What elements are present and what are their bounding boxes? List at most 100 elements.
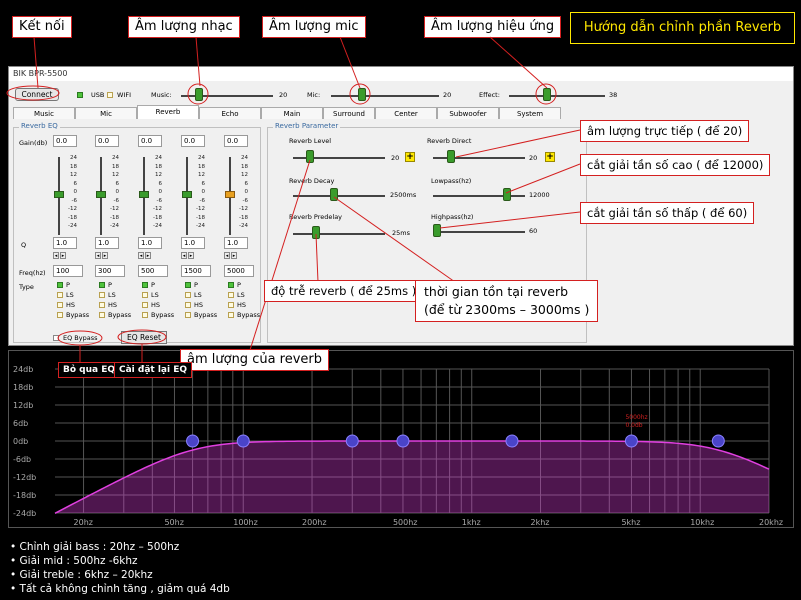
- eq-node[interactable]: [711, 434, 725, 448]
- eq-node[interactable]: [236, 434, 250, 448]
- reverb-direct-plus-button[interactable]: +: [545, 152, 555, 162]
- tab-subwoofer[interactable]: Subwoofer: [437, 107, 499, 119]
- reverb-direct-thumb[interactable]: [447, 150, 455, 163]
- eq-node[interactable]: [505, 434, 519, 448]
- reverb-predelay-thumb[interactable]: [312, 226, 320, 239]
- band-freq-field[interactable]: 300: [95, 265, 125, 277]
- chevron-right-icon[interactable]: ▸: [188, 252, 194, 259]
- band-q-field[interactable]: 1.0: [224, 237, 248, 249]
- band-gain-thumb[interactable]: [182, 191, 192, 198]
- reverb-level-thumb[interactable]: [306, 150, 314, 163]
- x-tick-label: 1khz: [462, 518, 481, 527]
- chevron-left-icon[interactable]: ◂: [224, 252, 230, 259]
- band-type-checkbox[interactable]: [185, 312, 191, 318]
- band-type-checkbox[interactable]: [57, 302, 63, 308]
- eq-node[interactable]: [624, 434, 638, 448]
- band-type-checkbox[interactable]: [99, 312, 105, 318]
- effect-slider-thumb[interactable]: [543, 88, 551, 101]
- eq-node[interactable]: [396, 434, 410, 448]
- band-type-checkbox[interactable]: [142, 312, 148, 318]
- band-freq-field[interactable]: 500: [138, 265, 168, 277]
- band-gain-thumb[interactable]: [225, 191, 235, 198]
- band-gain-tick: 0: [244, 189, 249, 195]
- band-type-checkbox[interactable]: [99, 282, 105, 288]
- band-gain-tick: -6: [242, 197, 248, 204]
- band-q-field[interactable]: 1.0: [53, 237, 77, 249]
- band-q-field[interactable]: 1.0: [95, 237, 119, 249]
- reverb-level-plus-button[interactable]: +: [405, 152, 415, 162]
- band-gain-thumb[interactable]: [139, 191, 149, 198]
- tab-reverb[interactable]: Reverb: [137, 105, 199, 119]
- reverb-predelay-track[interactable]: [293, 233, 385, 235]
- band-type-label: Bypass: [151, 311, 175, 319]
- highpass-thumb[interactable]: [433, 224, 441, 237]
- wifi-checkbox[interactable]: [107, 92, 113, 98]
- band-type-checkbox[interactable]: [185, 302, 191, 308]
- reverb-decay-thumb[interactable]: [330, 188, 338, 201]
- eq-node[interactable]: [345, 434, 359, 448]
- eq-node[interactable]: [186, 434, 200, 448]
- band-type-checkbox[interactable]: [228, 302, 234, 308]
- band-gain-field[interactable]: 0.0: [53, 135, 77, 147]
- band-freq-field[interactable]: 5000: [224, 265, 254, 277]
- band-type-checkbox[interactable]: [185, 292, 191, 298]
- callout-reverb-level: âm lượng của reverb: [180, 349, 330, 371]
- band-type-label: HS: [237, 301, 247, 309]
- band-type-checkbox[interactable]: [142, 282, 148, 288]
- band-type-checkbox[interactable]: [142, 292, 148, 298]
- eq-reset-button[interactable]: EQ Reset: [121, 331, 167, 344]
- band-gain-field[interactable]: 0.0: [95, 135, 119, 147]
- band-type-checkbox[interactable]: [228, 282, 234, 288]
- band-freq-field[interactable]: 1500: [181, 265, 211, 277]
- x-tick-label: 500hz: [393, 518, 418, 527]
- band-type-checkbox[interactable]: [57, 282, 63, 288]
- chevron-right-icon[interactable]: ▸: [102, 252, 108, 259]
- music-slider-thumb[interactable]: [195, 88, 203, 101]
- chevron-right-icon[interactable]: ▸: [60, 252, 66, 259]
- tab-music[interactable]: Music: [13, 107, 75, 119]
- reverb-decay-track[interactable]: [293, 195, 385, 197]
- eq-bypass-checkbox[interactable]: [53, 335, 59, 341]
- band-type-checkbox[interactable]: [57, 292, 63, 298]
- chevron-left-icon[interactable]: ◂: [53, 252, 59, 259]
- chevron-right-icon[interactable]: ▸: [145, 252, 151, 259]
- eq-curve-fill: [55, 441, 769, 514]
- mic-slider-track[interactable]: [331, 95, 439, 97]
- band-type-checkbox[interactable]: [228, 292, 234, 298]
- band-gain-tick: 12: [70, 172, 77, 178]
- chevron-left-icon[interactable]: ◂: [181, 252, 187, 259]
- chevron-left-icon[interactable]: ◂: [95, 252, 101, 259]
- tab-echo[interactable]: Echo: [199, 107, 261, 119]
- band-type-checkbox[interactable]: [99, 292, 105, 298]
- band-gain-field[interactable]: 0.0: [138, 135, 162, 147]
- y-tick-label: 24db: [13, 365, 33, 374]
- lowpass-track[interactable]: [433, 195, 525, 197]
- band-gain-field[interactable]: 0.0: [181, 135, 205, 147]
- tab-system[interactable]: System: [499, 107, 561, 119]
- band-gain-tick: 0: [158, 189, 163, 195]
- tab-center[interactable]: Center: [375, 107, 437, 119]
- chevron-right-icon[interactable]: ▸: [231, 252, 237, 259]
- band-q-field[interactable]: 1.0: [138, 237, 162, 249]
- usb-checkbox[interactable]: [77, 92, 83, 98]
- callout-reverb-direct: âm lượng trực tiếp ( để 20): [580, 120, 750, 142]
- tab-main[interactable]: Main: [261, 107, 323, 119]
- tab-surround[interactable]: Surround: [323, 107, 375, 119]
- connect-button[interactable]: Connect: [15, 88, 59, 101]
- band-q-field[interactable]: 1.0: [181, 237, 205, 249]
- band-type-checkbox[interactable]: [185, 282, 191, 288]
- band-freq-field[interactable]: 100: [53, 265, 83, 277]
- highpass-track[interactable]: [433, 231, 525, 233]
- mic-slider-thumb[interactable]: [358, 88, 366, 101]
- band-type-checkbox[interactable]: [228, 312, 234, 318]
- band-gain-field[interactable]: 0.0: [224, 135, 248, 147]
- band-gain-thumb[interactable]: [54, 191, 64, 198]
- chevron-left-icon[interactable]: ◂: [138, 252, 144, 259]
- lowpass-thumb[interactable]: [503, 188, 511, 201]
- band-type-checkbox[interactable]: [142, 302, 148, 308]
- band-type-checkbox[interactable]: [99, 302, 105, 308]
- effect-slider-track[interactable]: [509, 95, 605, 97]
- band-type-checkbox[interactable]: [57, 312, 63, 318]
- band-gain-thumb[interactable]: [96, 191, 106, 198]
- tab-mic[interactable]: Mic: [75, 107, 137, 119]
